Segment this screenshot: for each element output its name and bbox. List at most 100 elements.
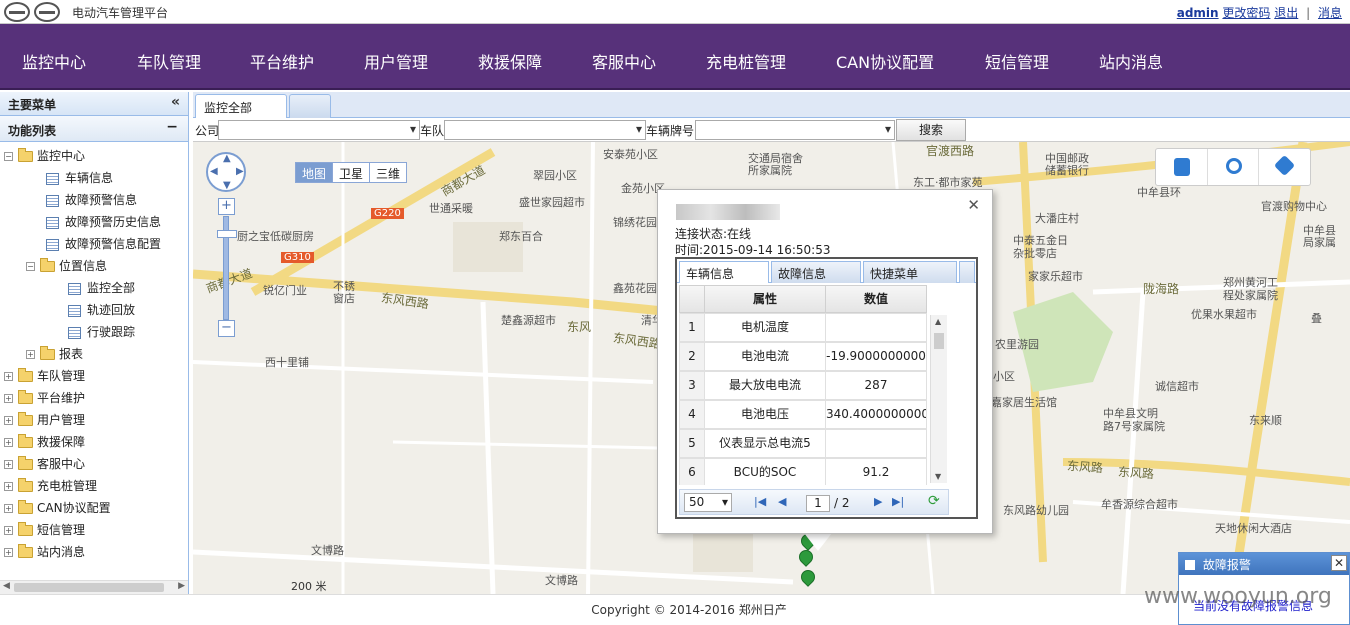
tree-item-position[interactable]: − 位置信息	[26, 256, 107, 276]
refresh-icon[interactable]: ⟳	[928, 493, 940, 509]
map-type-satellite[interactable]: 卫星	[333, 163, 371, 182]
tree-item-monitor[interactable]: − 监控中心	[4, 146, 85, 166]
tree-item-inbox[interactable]: + 站内消息	[4, 542, 85, 562]
folder-icon	[18, 522, 33, 536]
pan-left-icon[interactable]: ◀	[210, 166, 218, 177]
tab-more[interactable]	[959, 261, 975, 283]
tree-item-sms[interactable]: + 短信管理	[4, 520, 85, 540]
zoom-out-icon[interactable]: −	[218, 320, 235, 337]
tree-item-users[interactable]: + 用户管理	[4, 410, 85, 430]
tree-item-fault-history[interactable]: 故障预警历史信息	[46, 212, 161, 232]
scroll-right-icon[interactable]: ▶	[178, 581, 185, 591]
expand-toggle-icon[interactable]: +	[26, 350, 35, 359]
pan-down-icon[interactable]: ▼	[223, 180, 231, 191]
tree-item-fault-alarm[interactable]: 故障预警信息	[46, 190, 137, 210]
scroll-down-icon[interactable]: ▼	[935, 472, 941, 481]
messages-link[interactable]: 消息	[1318, 6, 1342, 20]
nav-charging[interactable]: 充电桩管理	[706, 49, 786, 73]
folder-icon	[18, 390, 33, 404]
nav-users[interactable]: 用户管理	[364, 49, 428, 73]
tab-vehicle-info[interactable]: 车辆信息	[679, 261, 769, 283]
row-attr: BCU的SOC	[704, 458, 826, 485]
nav-inbox[interactable]: 站内消息	[1099, 49, 1163, 73]
company-select[interactable]	[218, 120, 420, 140]
close-icon[interactable]: ✕	[1331, 555, 1347, 571]
collapse-icon[interactable]: «	[171, 94, 180, 110]
scroll-left-icon[interactable]: ◀	[3, 581, 10, 591]
close-icon[interactable]: ✕	[967, 196, 980, 214]
map-zoom-control[interactable]: + −	[217, 198, 237, 338]
tree-item-platform[interactable]: + 平台维护	[4, 388, 85, 408]
sidebar-header: 主要菜单 «	[0, 92, 188, 116]
map-type-map[interactable]: 地图	[296, 163, 334, 182]
fleet-select[interactable]	[444, 120, 646, 140]
expand-toggle-icon[interactable]: +	[4, 372, 13, 381]
next-page-icon[interactable]: ▶	[874, 495, 882, 508]
tool-route[interactable]	[1208, 149, 1260, 185]
expand-toggle-icon[interactable]: +	[4, 504, 13, 513]
nav-platform[interactable]: 平台维护	[250, 49, 314, 73]
zoom-knob[interactable]	[217, 230, 237, 238]
expand-toggle-icon[interactable]: +	[4, 416, 13, 425]
map-label: 文博路	[545, 574, 578, 587]
map-pan-control[interactable]: ▲ ▼ ◀ ▶	[206, 152, 246, 192]
tree-item-can[interactable]: + CAN协议配置	[4, 498, 111, 518]
collapse-toggle-icon[interactable]: −	[26, 262, 35, 271]
scroll-up-icon[interactable]: ▲	[935, 317, 941, 326]
zoom-in-icon[interactable]: +	[218, 198, 235, 215]
grid-vscrollbar[interactable]: ▲ ▼	[930, 315, 947, 483]
map-view[interactable]: 安泰苑小区 交通局宿舍 所家属院 翠园小区 金苑小区 商都大道 世通采暖 盛世家…	[193, 142, 1350, 594]
expand-toggle-icon[interactable]: +	[4, 394, 13, 403]
tree-item-service[interactable]: + 客服中心	[4, 454, 85, 474]
tab-shortcut-menu[interactable]: 快捷菜单	[863, 261, 957, 283]
last-page-icon[interactable]: ▶|	[892, 495, 904, 508]
pan-right-icon[interactable]: ▶	[236, 166, 244, 177]
tab-fault-info[interactable]: 故障信息	[771, 261, 861, 283]
expand-toggle-icon[interactable]: +	[4, 482, 13, 491]
pan-up-icon[interactable]: ▲	[223, 153, 231, 164]
folder-icon	[18, 500, 33, 514]
nav-sms[interactable]: 短信管理	[985, 49, 1049, 73]
nav-can[interactable]: CAN协议配置	[836, 49, 934, 73]
nav-fleet[interactable]: 车队管理	[137, 49, 201, 73]
collapse-toggle-icon[interactable]: −	[4, 152, 13, 161]
user-link[interactable]: admin	[1177, 6, 1219, 20]
tab-blank[interactable]	[289, 94, 331, 118]
scroll-thumb[interactable]	[14, 583, 164, 592]
sidebar-hscrollbar[interactable]: ◀ ▶	[0, 580, 188, 594]
tree-item-track-replay[interactable]: 轨迹回放	[68, 300, 135, 320]
search-button[interactable]: 搜索	[896, 119, 966, 141]
expand-toggle-icon[interactable]: +	[4, 460, 13, 469]
prev-page-icon[interactable]: ◀	[778, 495, 786, 508]
nav-service[interactable]: 客服中心	[592, 49, 656, 73]
nav-rescue[interactable]: 救援保障	[478, 49, 542, 73]
logout-link[interactable]: 退出	[1274, 6, 1298, 20]
function-list-header: 功能列表 −	[0, 116, 188, 142]
map-type-3d[interactable]: 三维	[370, 163, 406, 182]
page-size-select[interactable]: 50	[684, 493, 732, 512]
map-label: 世通采暖	[429, 202, 473, 215]
expand-toggle-icon[interactable]: +	[4, 548, 13, 557]
tool-area[interactable]	[1259, 149, 1310, 185]
tool-pointer[interactable]	[1156, 149, 1208, 185]
tree-item-monitor-all[interactable]: 监控全部	[68, 278, 135, 298]
tab-monitor-all[interactable]: 监控全部	[195, 94, 287, 118]
tree-item-rescue[interactable]: + 救援保障	[4, 432, 85, 452]
expand-toggle-icon[interactable]: +	[4, 526, 13, 535]
nav-monitor[interactable]: 监控中心	[22, 49, 86, 73]
tree-item-report[interactable]: + 报表	[26, 344, 83, 364]
current-page-input[interactable]: 1	[806, 495, 830, 512]
tree-item-driving-track[interactable]: 行驶跟踪	[68, 322, 135, 342]
minimize-icon[interactable]: −	[166, 119, 178, 135]
expand-toggle-icon[interactable]: +	[4, 438, 13, 447]
change-password-link[interactable]: 更改密码	[1222, 6, 1270, 20]
map-label: 储蓄银行	[1045, 164, 1089, 177]
tree-item-charging[interactable]: + 充电桩管理	[4, 476, 97, 496]
first-page-icon[interactable]: |◀	[754, 495, 766, 508]
tree-item-fault-config[interactable]: 故障预警信息配置	[46, 234, 161, 254]
tree-item-fleet[interactable]: + 车队管理	[4, 366, 85, 386]
tree-item-vehicle-info[interactable]: 车辆信息	[46, 168, 113, 188]
map-label: 东工·都市家苑	[913, 176, 983, 189]
scroll-thumb[interactable]	[934, 333, 944, 349]
plate-select[interactable]	[695, 120, 895, 140]
